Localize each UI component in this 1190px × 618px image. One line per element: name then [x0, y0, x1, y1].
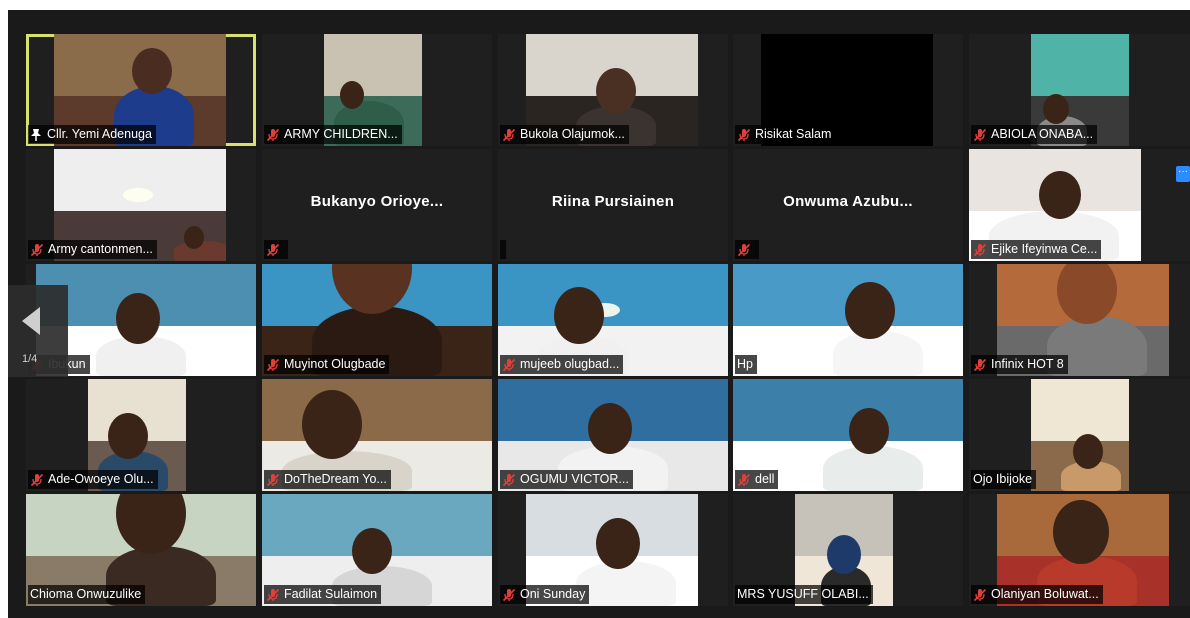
participant-name: DoTheDream Yo... — [284, 472, 387, 486]
participant-label: DoTheDream Yo... — [264, 470, 391, 489]
muted-microphone-icon — [737, 243, 751, 257]
participant-label: OGUMU VICTOR... — [500, 470, 633, 489]
participant-name: Army cantonmen... — [48, 242, 153, 256]
participant-label: Oni Sunday — [500, 585, 590, 604]
muted-microphone-icon — [266, 128, 280, 142]
participant-video — [733, 264, 963, 376]
participant-tile[interactable]: Ojo Ibijoke — [969, 379, 1190, 491]
participant-name-center: Bukanyo Orioye... — [310, 193, 444, 210]
participant-tile[interactable]: Chioma Onwuzulike — [26, 494, 256, 606]
muted-microphone-icon — [30, 243, 44, 257]
muted-microphone-icon — [266, 243, 280, 257]
participant-label: Ojo Ibijoke — [971, 470, 1037, 489]
participant-video — [1031, 379, 1129, 491]
participant-name: Hp — [737, 357, 753, 371]
participant-label — [500, 240, 506, 259]
muted-microphone-icon — [502, 473, 516, 487]
muted-microphone-icon — [266, 588, 280, 602]
participant-name: Cllr. Yemi Adenuga — [47, 127, 152, 141]
participant-tile[interactable]: Fadilat Sulaimon — [262, 494, 492, 606]
participant-label — [735, 240, 759, 259]
participant-label: Ejike Ifeyinwa Ce... — [971, 240, 1102, 259]
participant-label: dell — [735, 470, 779, 489]
participant-name: MRS YUSUFF OLABI... — [737, 587, 869, 601]
participant-tile[interactable]: Olaniyan Boluwat... — [969, 494, 1190, 606]
page-indicator: 1/4 — [22, 353, 38, 365]
muted-microphone-icon — [266, 358, 280, 372]
arrow-left-icon — [22, 307, 40, 335]
muted-microphone-icon — [973, 358, 987, 372]
participant-tile[interactable]: Oni Sunday — [498, 494, 728, 606]
participant-name: Bukola Olajumok... — [520, 127, 625, 141]
participant-tile[interactable]: Muyinot Olugbade — [262, 264, 492, 376]
participant-name: Ade-Owoeye Olu... — [48, 472, 154, 486]
muted-microphone-icon — [502, 588, 516, 602]
participant-tile[interactable]: Bukanyo Orioye... — [262, 149, 492, 261]
participant-name-center: Riina Pursiainen — [551, 193, 675, 210]
participant-label: Fadilat Sulaimon — [264, 585, 382, 604]
participant-name: ABIOLA ONABA... — [991, 127, 1094, 141]
participant-tile[interactable]: MRS YUSUFF OLABI... — [733, 494, 963, 606]
participant-label: mujeeb olugbad... — [500, 355, 624, 374]
participant-label: Infinix HOT 8 — [971, 355, 1068, 374]
muted-microphone-icon — [737, 473, 751, 487]
participant-label: ARMY CHILDREN... — [264, 125, 402, 144]
participant-label: Ade-Owoeye Olu... — [28, 470, 158, 489]
participant-tile[interactable]: Onwuma Azubu... — [733, 149, 963, 261]
participant-name: Olaniyan Boluwat... — [991, 587, 1099, 601]
participant-name: Risikat Salam — [755, 127, 832, 141]
muted-microphone-icon — [266, 473, 280, 487]
previous-page-button[interactable]: 1/4 — [8, 285, 68, 377]
participant-label: Hp — [735, 355, 757, 374]
participant-label: Olaniyan Boluwat... — [971, 585, 1103, 604]
participant-label: Bukola Olajumok... — [500, 125, 629, 144]
participant-tile[interactable]: Riina Pursiainen — [498, 149, 728, 261]
muted-microphone-icon — [973, 243, 987, 257]
participant-name-center: Onwuma Azubu... — [783, 193, 913, 210]
participant-tile[interactable]: Ejike Ifeyinwa Ce... — [969, 149, 1190, 261]
participant-name: OGUMU VICTOR... — [520, 472, 629, 486]
participant-tile[interactable]: mujeeb olugbad... — [498, 264, 728, 376]
participant-label: Chioma Onwuzulike — [28, 585, 146, 604]
participant-label: Risikat Salam — [735, 125, 836, 144]
participant-label: Cllr. Yemi Adenuga — [28, 125, 156, 144]
participant-tile[interactable]: ARMY CHILDREN... — [262, 34, 492, 146]
participant-tile[interactable]: Hp — [733, 264, 963, 376]
muted-microphone-icon — [973, 588, 987, 602]
participant-label: MRS YUSUFF OLABI... — [735, 585, 873, 604]
participant-label — [264, 240, 288, 259]
participant-tile[interactable]: Infinix HOT 8 — [969, 264, 1190, 376]
muted-microphone-icon — [737, 128, 751, 142]
participant-tile[interactable]: OGUMU VICTOR... — [498, 379, 728, 491]
participant-label: ABIOLA ONABA... — [971, 125, 1098, 144]
participant-name: Muyinot Olugbade — [284, 357, 386, 371]
participant-name: Oni Sunday — [520, 587, 586, 601]
participant-tile[interactable]: dell — [733, 379, 963, 491]
muted-microphone-icon — [502, 358, 516, 372]
muted-microphone-icon — [973, 128, 987, 142]
participant-label: Muyinot Olugbade — [264, 355, 390, 374]
participant-name: Ojo Ibijoke — [973, 472, 1033, 486]
participant-name: ARMY CHILDREN... — [284, 127, 398, 141]
pin-icon — [30, 128, 42, 142]
participant-name: dell — [755, 472, 775, 486]
participant-tile[interactable]: Army cantonmen... — [26, 149, 256, 261]
more-options-button[interactable]: ··· — [1176, 166, 1190, 182]
muted-microphone-icon — [30, 473, 44, 487]
muted-microphone-icon — [502, 128, 516, 142]
participant-name: mujeeb olugbad... — [520, 357, 620, 371]
participant-label: Army cantonmen... — [28, 240, 157, 259]
participant-tile[interactable]: Ade-Owoeye Olu... — [26, 379, 256, 491]
participant-name: Infinix HOT 8 — [991, 357, 1064, 371]
participant-tile[interactable]: DoTheDream Yo... — [262, 379, 492, 491]
participant-name: Fadilat Sulaimon — [284, 587, 378, 601]
participant-name: Ejike Ifeyinwa Ce... — [991, 242, 1098, 256]
participant-name: Chioma Onwuzulike — [30, 587, 142, 601]
participant-tile[interactable]: Bukola Olajumok... — [498, 34, 728, 146]
participant-tile[interactable]: Cllr. Yemi Adenuga — [26, 34, 256, 146]
participant-tile[interactable]: ABIOLA ONABA... — [969, 34, 1190, 146]
participant-tile[interactable]: Risikat Salam — [733, 34, 963, 146]
